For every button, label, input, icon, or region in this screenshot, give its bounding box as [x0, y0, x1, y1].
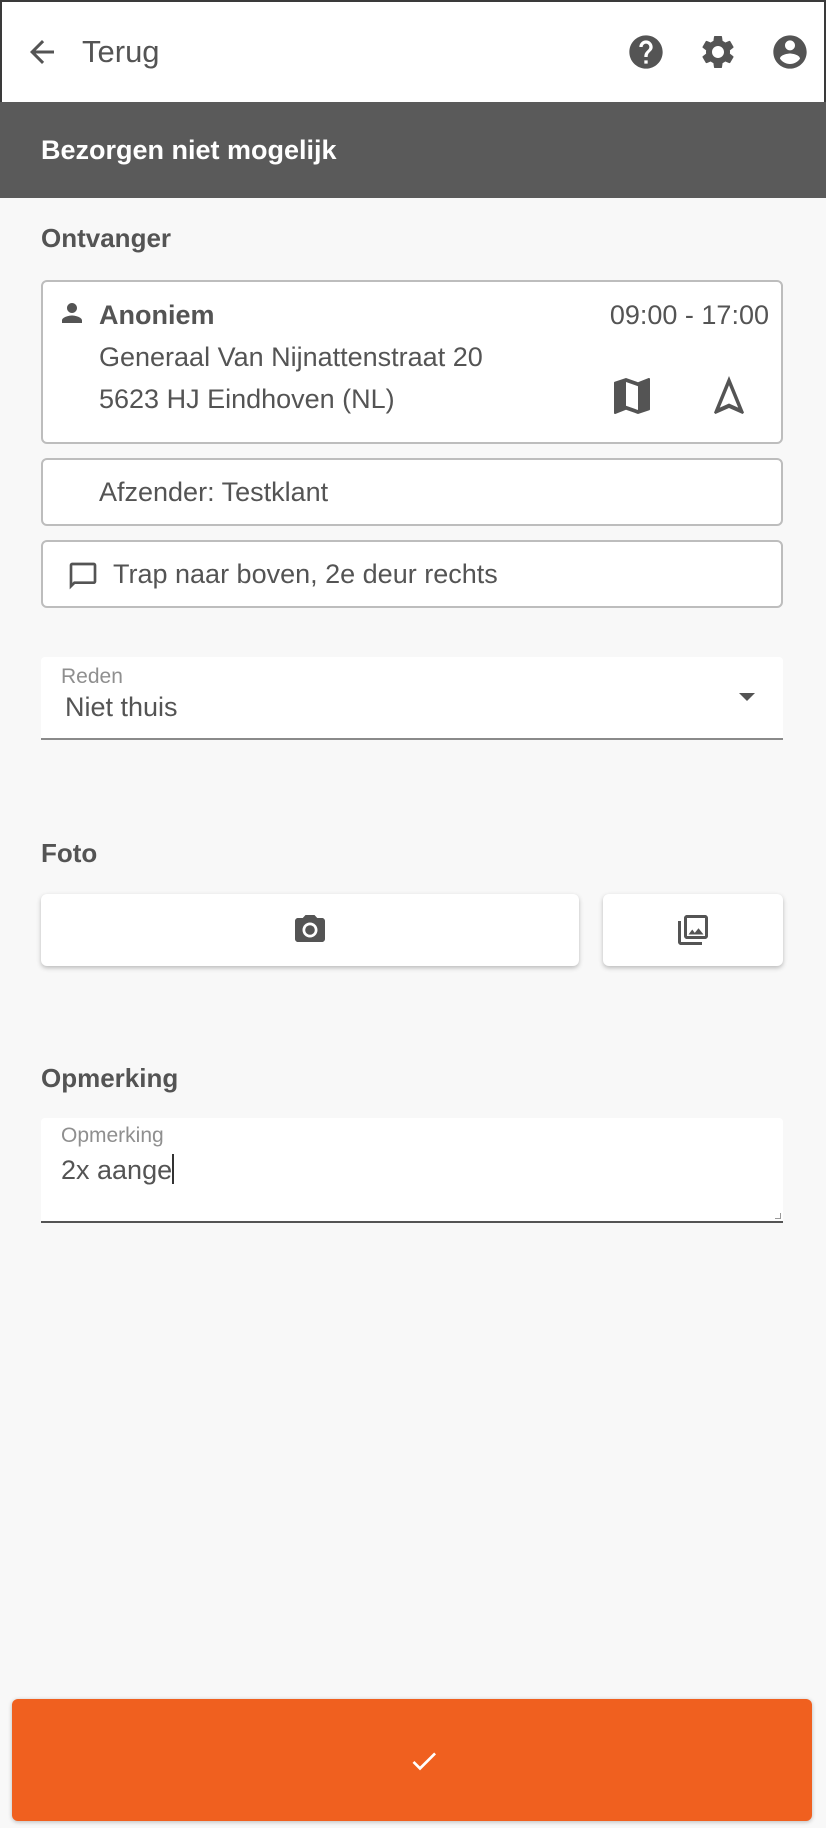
address-line-2: 5623 HJ Eindhoven (NL): [99, 384, 395, 414]
check-icon: [412, 1752, 436, 1771]
remark-section-label: Opmerking: [41, 1063, 179, 1093]
person-icon: [62, 303, 82, 323]
choose-from-gallery-button[interactable]: [603, 894, 783, 966]
photo-library-icon: [678, 915, 708, 945]
remark-textarea[interactable]: Opmerking 2x aange: [41, 1118, 783, 1223]
sender-text: Afzender: Testklant: [99, 477, 329, 507]
recipient-section-label: Ontvanger: [41, 223, 172, 253]
page-title-bar: Bezorgen niet mogelijk: [0, 102, 826, 198]
page-title: Bezorgen niet mogelijk: [41, 135, 337, 165]
remark-field-value: 2x aange: [61, 1155, 173, 1185]
help-icon[interactable]: [626, 32, 666, 72]
address-line-1: Generaal Van Nijnattenstraat 20: [99, 342, 483, 372]
reason-select-label: Reden: [61, 665, 123, 688]
arrow-left-icon[interactable]: [24, 34, 60, 70]
remark-field-label: Opmerking: [61, 1124, 164, 1147]
delivery-note-card: Trap naar boven, 2e deur rechts: [41, 540, 783, 608]
reason-select-value: Niet thuis: [65, 692, 178, 722]
recipient-card: Anoniem 09:00 - 17:00 Generaal Van Nijna…: [41, 280, 783, 444]
chevron-down-icon: [739, 693, 755, 701]
resize-handle[interactable]: [775, 1213, 781, 1219]
account-icon[interactable]: [770, 32, 810, 72]
delivery-note-text: Trap naar boven, 2e deur rechts: [113, 559, 498, 589]
reason-select[interactable]: Reden Niet thuis: [41, 657, 783, 740]
confirm-button[interactable]: [12, 1699, 812, 1821]
remark-field-value-wrapper: 2x aange: [61, 1152, 175, 1188]
gear-icon[interactable]: [698, 32, 738, 72]
photo-section-label: Foto: [41, 838, 98, 868]
recipient-name: Anoniem: [99, 300, 215, 330]
camera-icon: [295, 915, 325, 942]
navigation-icon[interactable]: [705, 372, 753, 420]
map-icon[interactable]: [608, 372, 656, 420]
top-app-bar: Terug: [0, 0, 826, 102]
take-photo-button[interactable]: [41, 894, 579, 966]
sender-card: Afzender: Testklant: [41, 458, 783, 526]
back-button-label[interactable]: Terug: [82, 32, 160, 72]
text-cursor: [172, 1154, 175, 1184]
time-window: 09:00 - 17:00: [609, 300, 769, 330]
chat-bubble-icon: [69, 562, 97, 590]
